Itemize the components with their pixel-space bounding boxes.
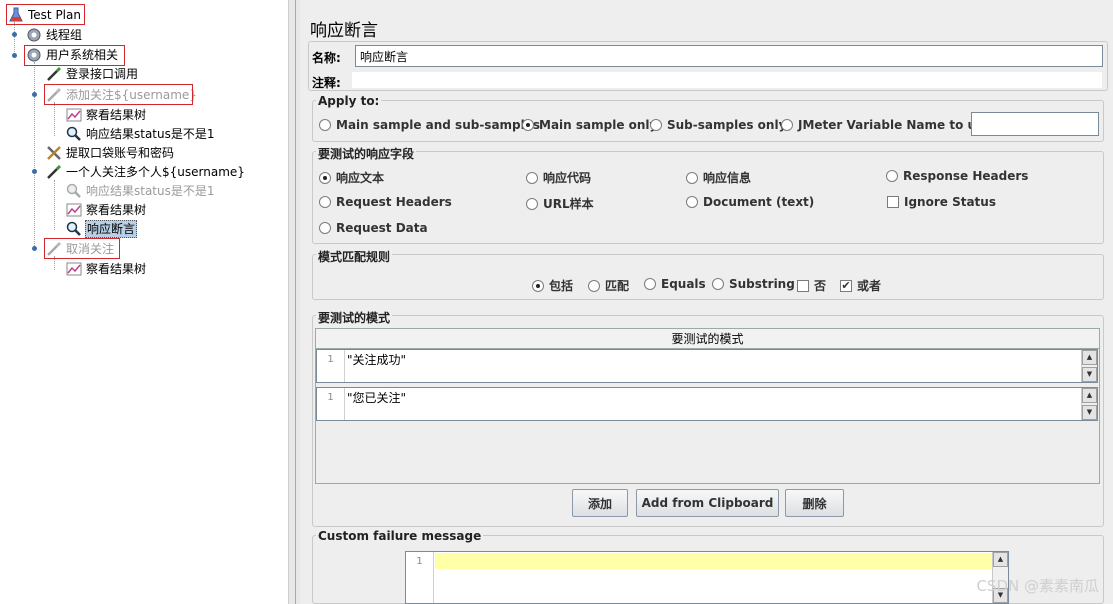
jmeter-variable-input[interactable] (971, 112, 1099, 136)
collapse-handle-icon[interactable] (11, 52, 18, 59)
line-number: 1 (406, 552, 434, 603)
apply-main-only-radio[interactable]: Main sample only (522, 118, 657, 132)
response-field-title: 要测试的响应字段 (316, 145, 417, 162)
tree-node-login-request[interactable]: 登录接口调用 (46, 64, 139, 84)
field-response-code-radio[interactable]: 响应代码 (526, 169, 591, 186)
delete-button[interactable]: 删除 (785, 489, 844, 517)
apply-to-title: Apply to: (316, 94, 382, 108)
tree-node-label: 响应结果status是不是1 (86, 184, 215, 198)
gear-icon (27, 28, 41, 42)
tree-node-thread-group[interactable]: 线程组 (26, 25, 83, 45)
tree-connector (54, 102, 55, 136)
rule-matches-radio[interactable]: 匹配 (588, 277, 629, 294)
test-plan-tree[interactable]: Test Plan 线程组 用户系统相关 登录接口调用 添加关注${userna… (0, 0, 288, 604)
scroll-down-icon[interactable]: ▼ (1082, 367, 1097, 382)
highlight-box (6, 4, 85, 25)
not-checkbox[interactable]: 否 (797, 277, 826, 294)
ignore-status-checkbox[interactable]: Ignore Status (887, 195, 996, 209)
line-number: 1 (317, 350, 345, 382)
pattern-editor-row[interactable]: 1 "关注成功" ▲ ▼ (316, 349, 1098, 383)
magnifier-icon (66, 221, 81, 236)
scroll-up-icon[interactable]: ▲ (1082, 350, 1097, 365)
field-request-data-radio[interactable]: Request Data (319, 221, 428, 235)
pipette-icon (47, 164, 62, 179)
tree-node-label: 察看结果树 (86, 262, 147, 276)
tree-node-view-results-tree[interactable]: 察看结果树 (66, 259, 147, 279)
tree-node-label: 察看结果树 (86, 203, 147, 217)
split-pane-divider[interactable] (288, 0, 300, 604)
watermark: CSDN @素素南瓜 (976, 577, 1099, 595)
collapse-handle-icon[interactable] (31, 245, 38, 252)
tree-node-label: 响应断言 (85, 220, 138, 238)
apply-sub-only-radio[interactable]: Sub-samples only (650, 118, 786, 132)
comment-field[interactable] (352, 72, 1102, 88)
scrollbar[interactable]: ▲ ▼ (1081, 350, 1097, 382)
field-request-headers-radio[interactable]: Request Headers (319, 195, 452, 209)
patterns-title: 要测试的模式 (316, 309, 393, 326)
add-from-clipboard-button[interactable]: Add from Clipboard (636, 489, 779, 517)
apply-main-and-sub-radio[interactable]: Main sample and sub-samples (319, 118, 540, 132)
rule-equals-radio[interactable]: Equals (644, 277, 706, 291)
rule-substring-radio[interactable]: Substring (712, 277, 795, 291)
or-checkbox[interactable]: ✔ 或者 (840, 277, 881, 294)
tree-node-response-assertion-selected[interactable]: 响应断言 (66, 219, 138, 239)
apply-jmeter-variable-radio[interactable]: JMeter Variable Name to use (781, 118, 991, 132)
field-response-message-radio[interactable]: 响应信息 (686, 169, 751, 186)
add-button[interactable]: 添加 (572, 489, 628, 517)
tree-node-label: 登录接口调用 (66, 67, 139, 81)
tree-node-extractor[interactable]: 提取口袋账号和密码 (46, 143, 175, 163)
expand-handle-icon[interactable] (11, 31, 18, 38)
name-field[interactable]: 响应断言 (355, 45, 1103, 67)
name-label: 名称: (312, 51, 341, 65)
comment-label: 注释: (312, 76, 341, 90)
tree-node-view-results-tree[interactable]: 察看结果树 (66, 105, 147, 125)
tree-node-response-assertion-disabled[interactable]: 响应结果status是不是1 (66, 181, 216, 201)
tree-node-response-assertion[interactable]: 响应结果status是不是1 (66, 124, 216, 144)
scrollbar[interactable]: ▲ ▼ (1081, 388, 1097, 420)
tree-connector (54, 180, 55, 230)
tree-node-label: 察看结果树 (86, 108, 147, 122)
page-title: 响应断言 (310, 21, 378, 41)
chart-icon (66, 108, 82, 122)
magnifier-icon (66, 183, 81, 198)
scroll-up-icon[interactable]: ▲ (1082, 388, 1097, 403)
field-document-text-radio[interactable]: Document (text) (686, 195, 814, 209)
tree-node-label: 一个人关注多个人${username} (66, 165, 245, 179)
tree-connector (14, 22, 15, 56)
tree-node-label: 提取口袋账号和密码 (66, 146, 175, 160)
tools-icon (47, 146, 61, 160)
rule-contains-radio[interactable]: 包括 (532, 277, 573, 294)
pipette-icon (47, 66, 62, 81)
pattern-rules-group (312, 254, 1104, 300)
tree-node-view-results-tree[interactable]: 察看结果树 (66, 200, 147, 220)
pattern-text: "您已关注" (347, 391, 407, 405)
field-response-headers-radio[interactable]: Response Headers (886, 169, 1028, 183)
tree-node-label: 线程组 (46, 28, 83, 42)
tree-node-label: 响应结果status是不是1 (86, 127, 215, 141)
chart-icon (66, 203, 82, 217)
assertion-editor-panel: 响应断言 名称: 响应断言 注释: Apply to: Main sample … (300, 0, 1113, 604)
field-url-sample-radio[interactable]: URL样本 (526, 195, 594, 212)
current-line-highlight (435, 553, 993, 569)
custom-failure-title: Custom failure message (316, 529, 484, 543)
line-number: 1 (317, 388, 345, 420)
collapse-handle-icon[interactable] (31, 91, 38, 98)
magnifier-icon (66, 126, 81, 141)
scroll-down-icon[interactable]: ▼ (1082, 405, 1097, 420)
pattern-rules-title: 模式匹配规则 (316, 248, 393, 265)
patterns-column-header: 要测试的模式 (316, 329, 1099, 349)
tree-node-follow-many[interactable]: 一个人关注多个人${username} (46, 162, 246, 182)
custom-failure-editor[interactable]: 1 ▲ ▼ (405, 551, 1009, 604)
pattern-text: "关注成功" (347, 353, 407, 367)
chart-icon (66, 262, 82, 276)
field-response-text-radio[interactable]: 响应文本 (319, 169, 384, 186)
pattern-editor-row[interactable]: 1 "您已关注" ▲ ▼ (316, 387, 1098, 421)
highlight-box (44, 238, 120, 259)
highlight-box (24, 45, 125, 66)
scroll-up-icon[interactable]: ▲ (993, 552, 1008, 567)
collapse-handle-icon[interactable] (31, 168, 38, 175)
highlight-box (44, 84, 193, 105)
